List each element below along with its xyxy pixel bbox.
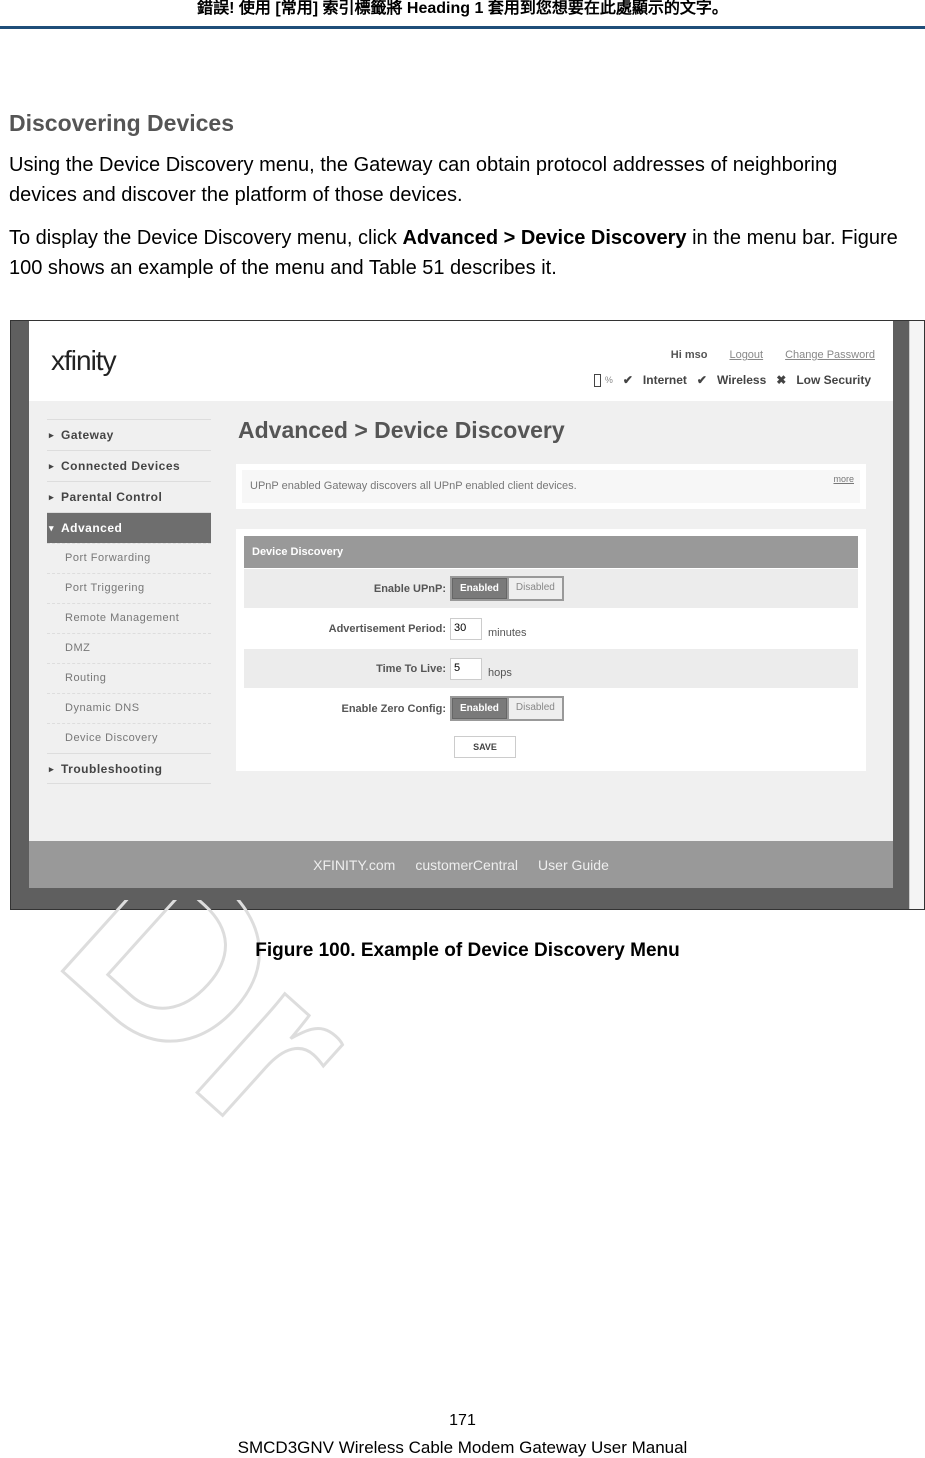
nav-connected-devices[interactable]: Connected Devices [47, 450, 211, 481]
nav-device-discovery[interactable]: Device Discovery [47, 723, 211, 753]
advertisement-period-row: Advertisement Period: 30 minutes [244, 609, 858, 648]
device-discovery-screenshot: xfinity Hi mso Logout Change Password % … [10, 320, 925, 910]
scrollbar[interactable] [909, 321, 924, 909]
upnp-enabled-button[interactable]: Enabled [452, 578, 507, 599]
upnp-disabled-button[interactable]: Disabled [508, 578, 562, 599]
svg-text:Dr: Dr [20, 900, 408, 1160]
draft-watermark: Dr [20, 900, 409, 1160]
status-bar: % ✔ Internet ✔ Wireless ✖ Low Security [593, 373, 871, 387]
xfinity-logo: xfinity [51, 345, 117, 376]
nav-port-forwarding[interactable]: Port Forwarding [47, 543, 211, 573]
footer-bar: XFINITY.com customerCentral User Guide [29, 841, 893, 888]
paragraph-2: To display the Device Discovery menu, cl… [9, 223, 909, 283]
footer-userguide-link[interactable]: User Guide [538, 857, 609, 888]
nav-advanced[interactable]: Advanced [47, 512, 211, 543]
nav-gateway[interactable]: Gateway [47, 419, 211, 450]
ttl-label: Time To Live: [376, 662, 446, 675]
nav-routing[interactable]: Routing [47, 663, 211, 693]
nav-troubleshooting[interactable]: Troubleshooting [47, 753, 211, 784]
page-number: 171 [449, 1412, 476, 1429]
minutes-unit: minutes [488, 626, 527, 639]
check-icon: ✔ [696, 373, 707, 387]
manual-title: SMCD3GNV Wireless Cable Modem Gateway Us… [237, 1438, 688, 1457]
page-title: Advanced > Device Discovery [238, 417, 565, 443]
para2-bold: Advanced > Device Discovery [402, 227, 687, 249]
top-bar: xfinity Hi mso Logout Change Password % … [29, 321, 893, 401]
footer-customercentral-link[interactable]: customerCentral [415, 857, 518, 888]
user-links: Hi mso Logout Change Password [671, 349, 875, 361]
battery-percent: % [604, 375, 613, 385]
zero-config-row: Enable Zero Config: Enabled Disabled [244, 689, 858, 728]
advertisement-period-input[interactable]: 30 [450, 617, 482, 640]
panel-title: Device Discovery [244, 536, 858, 568]
change-password-link[interactable]: Change Password [785, 349, 875, 361]
sidebar: Gateway Connected Devices Parental Contr… [47, 419, 211, 784]
x-icon: ✖ [776, 373, 787, 387]
hops-unit: hops [488, 666, 512, 679]
battery-icon [593, 373, 601, 387]
nav-dynamic-dns[interactable]: Dynamic DNS [47, 693, 211, 723]
security-status: Low Security [796, 373, 871, 387]
check-icon: ✔ [622, 373, 633, 387]
enable-upnp-toggle[interactable]: Enabled Disabled [450, 576, 564, 601]
more-link[interactable]: more [833, 474, 854, 484]
advertisement-period-label: Advertisement Period: [328, 622, 446, 635]
footer-xfinity-link[interactable]: XFINITY.com [313, 857, 395, 888]
zero-enabled-button[interactable]: Enabled [452, 698, 507, 719]
gateway-ui: xfinity Hi mso Logout Change Password % … [29, 321, 893, 888]
ttl-input[interactable]: 5 [450, 657, 482, 680]
page-header: 錯誤! 使用 [常用] 索引標籤將 Heading 1 套用到您想要在此處顯示的… [197, 0, 728, 17]
nav-parental-control[interactable]: Parental Control [47, 481, 211, 512]
zero-config-toggle[interactable]: Enabled Disabled [450, 696, 564, 721]
nav-remote-management[interactable]: Remote Management [47, 603, 211, 633]
info-box: UPnP enabled Gateway discovers all UPnP … [236, 464, 866, 509]
logout-link[interactable]: Logout [729, 349, 763, 361]
info-text: UPnP enabled Gateway discovers all UPnP … [250, 480, 577, 492]
enable-upnp-row: Enable UPnP: Enabled Disabled [244, 569, 858, 608]
figure-caption: Figure 100. Example of Device Discovery … [255, 940, 680, 961]
paragraph-1: Using the Device Discovery menu, the Gat… [9, 154, 838, 206]
zero-config-label: Enable Zero Config: [341, 702, 447, 715]
enable-upnp-label: Enable UPnP: [373, 582, 446, 595]
device-discovery-panel: Device Discovery Enable UPnP: Enabled Dis… [236, 529, 866, 771]
ttl-row: Time To Live: 5 hops [244, 649, 858, 688]
wireless-status: Wireless [716, 373, 767, 387]
section-title: Discovering Devices [9, 110, 235, 136]
header-rule [0, 26, 925, 29]
greeting: Hi mso [670, 349, 708, 361]
nav-dmz[interactable]: DMZ [47, 633, 211, 663]
save-button[interactable]: SAVE [454, 736, 516, 758]
internet-status: Internet [642, 373, 687, 387]
nav-port-triggering[interactable]: Port Triggering [47, 573, 211, 603]
zero-disabled-button[interactable]: Disabled [508, 698, 562, 719]
para2-text: To display the Device Discovery menu, cl… [9, 227, 403, 249]
